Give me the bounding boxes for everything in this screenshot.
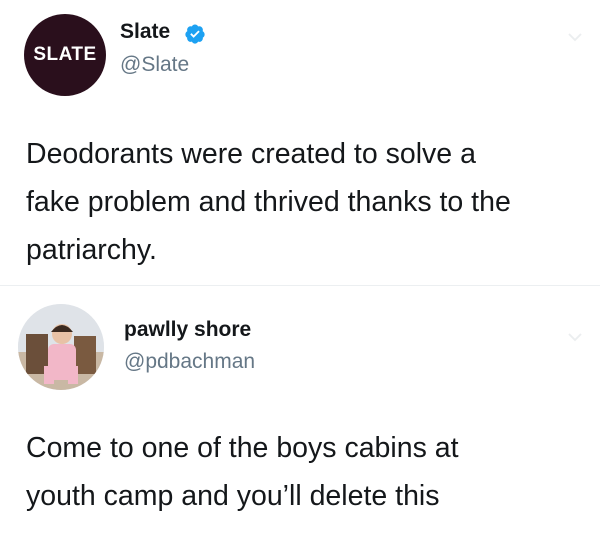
chevron-down-icon[interactable] xyxy=(566,328,584,346)
slate-avatar[interactable]: SLATE xyxy=(24,14,106,96)
tweet-text-line: patriarchy. xyxy=(26,234,157,266)
tweet-screenshot: SLATE Slate @Slate Deodorants were creat… xyxy=(0,0,600,553)
tweet-text-line: Deodorants were created to solve a xyxy=(26,138,476,170)
display-name-slate[interactable]: Slate xyxy=(120,20,170,44)
handle-pawlly[interactable]: @pdbachman xyxy=(124,350,255,374)
slate-logo-text: SLATE xyxy=(33,44,97,65)
display-name-pawlly[interactable]: pawlly shore xyxy=(124,318,251,342)
tweet-text-line: fake problem and thrived thanks to the xyxy=(26,186,511,218)
tweet-text-line: youth camp and you’ll delete this xyxy=(26,480,440,512)
tweet-divider xyxy=(0,285,600,286)
tweet-text-line: Come to one of the boys cabins at xyxy=(26,432,459,464)
handle-slate[interactable]: @Slate xyxy=(120,53,189,77)
verified-badge-icon xyxy=(185,24,205,44)
person-photo-icon xyxy=(18,304,104,390)
chevron-down-icon[interactable] xyxy=(566,28,584,46)
pawlly-avatar[interactable] xyxy=(18,304,104,390)
